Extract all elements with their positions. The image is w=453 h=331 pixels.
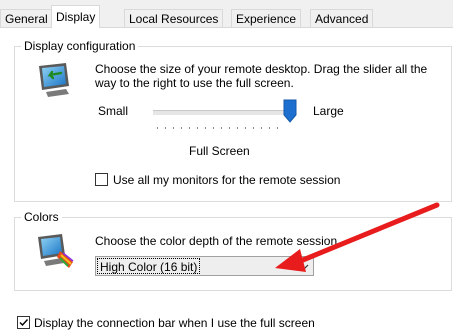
- slider-max-label: Large: [313, 104, 344, 118]
- monitor-color-icon: [36, 231, 76, 274]
- colors-group: Colors: [14, 210, 452, 291]
- colors-legend: Colors: [21, 210, 62, 225]
- display-description-line-2: way to the right to use the full screen.: [95, 76, 294, 90]
- slider-min-label: Small: [98, 104, 129, 118]
- color-depth-selected-value: High Color (16 bit): [97, 258, 201, 274]
- colors-description: Choose the color depth of the remote ses…: [95, 234, 341, 248]
- tab-local-resources[interactable]: Local Resources: [124, 9, 224, 27]
- chevron-down-icon[interactable]: [299, 261, 309, 275]
- tab-advanced[interactable]: Advanced: [310, 9, 374, 27]
- resolution-slider-thumb[interactable]: [283, 99, 297, 126]
- resolution-slider-ticks: [157, 127, 285, 129]
- slider-value-label: Full Screen: [189, 144, 250, 158]
- resolution-slider-track[interactable]: [153, 110, 292, 116]
- tab-strip: General Display Local Resources Experien…: [0, 0, 453, 28]
- monitor-resize-icon: [36, 60, 76, 103]
- checkmark-icon: [19, 319, 29, 327]
- tab-display[interactable]: Display: [51, 5, 101, 28]
- connection-bar-checkbox[interactable]: [17, 316, 30, 329]
- color-depth-select[interactable]: High Color (16 bit): [95, 256, 314, 276]
- tab-experience[interactable]: Experience: [231, 9, 302, 27]
- tab-general[interactable]: General: [0, 9, 53, 27]
- use-all-monitors-checkbox[interactable]: [95, 173, 108, 186]
- display-description-line-1: Choose the size of your remote desktop. …: [95, 62, 428, 76]
- display-configuration-legend: Display configuration: [21, 39, 139, 54]
- use-all-monitors-label: Use all my monitors for the remote sessi…: [113, 173, 341, 187]
- connection-bar-label: Display the connection bar when I use th…: [34, 316, 315, 330]
